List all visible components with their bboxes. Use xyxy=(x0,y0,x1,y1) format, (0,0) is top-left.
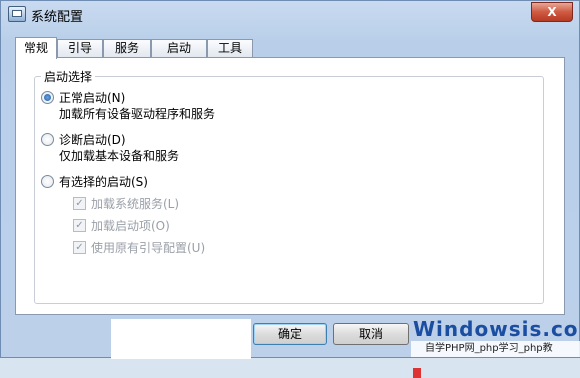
tab-tools[interactable]: 工具 xyxy=(207,39,253,57)
normal-startup-radio[interactable] xyxy=(41,91,54,104)
group-label: 启动选择 xyxy=(41,68,96,85)
selective-startup-label[interactable]: 有选择的启动(S) xyxy=(59,173,148,190)
titlebar[interactable]: 系统配置 X xyxy=(1,1,579,27)
load-startup-items-label: 加载启动项(O) xyxy=(91,219,170,233)
normal-startup-desc: 加载所有设备驱动程序和服务 xyxy=(59,107,216,121)
load-system-services-label: 加载系统服务(L) xyxy=(91,197,180,211)
normal-startup-label[interactable]: 正常启动(N) xyxy=(59,89,125,106)
close-button[interactable]: X xyxy=(531,2,573,22)
startup-selection-group: 启动选择 正常启动(N) 加载所有设备驱动程序和服务 诊断启动(D) 仅加载基本… xyxy=(34,68,544,304)
use-original-boot-config-label: 使用原有引导配置(U) xyxy=(91,241,206,255)
tab-general[interactable]: 常规 xyxy=(15,37,57,59)
tab-services[interactable]: 服务 xyxy=(103,39,151,57)
load-system-services-checkbox[interactable]: ✓ xyxy=(73,197,86,210)
tab-boot[interactable]: 引导 xyxy=(57,39,103,57)
diagnostic-startup-radio[interactable] xyxy=(41,133,54,146)
msconfig-icon xyxy=(8,6,26,22)
ok-button[interactable]: 确定 xyxy=(253,323,327,345)
use-original-boot-config-checkbox[interactable]: ✓ xyxy=(73,241,86,254)
selective-startup-radio[interactable] xyxy=(41,175,54,188)
load-startup-items-checkbox[interactable]: ✓ xyxy=(73,219,86,232)
php-icon xyxy=(413,368,421,378)
diagnostic-startup-label[interactable]: 诊断启动(D) xyxy=(59,131,126,148)
general-tab-panel: 启动选择 正常启动(N) 加载所有设备驱动程序和服务 诊断启动(D) 仅加载基本… xyxy=(15,57,565,315)
system-config-window: 系统配置 X 常规 引导 服务 启动 工具 启动选择 正常启动(N) 加载所有设… xyxy=(0,0,580,378)
tab-startup[interactable]: 启动 xyxy=(151,39,207,57)
white-patch xyxy=(111,319,251,359)
watermark-logo: Windowsis.com xyxy=(413,317,580,341)
watermark-subtitle: 自学PHP网_php学习_php教 xyxy=(411,341,580,378)
diagnostic-startup-desc: 仅加载基本设备和服务 xyxy=(59,149,180,163)
window-title: 系统配置 xyxy=(31,10,84,25)
watermark: Windowsis.com 自学PHP网_php学习_php教 xyxy=(411,317,580,378)
cancel-button[interactable]: 取消 xyxy=(333,323,409,345)
